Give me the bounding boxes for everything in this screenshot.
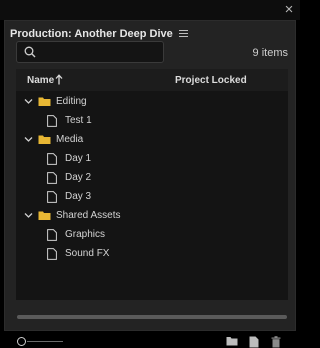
window-topbar: × [0, 0, 300, 20]
chevron-down-icon[interactable] [24, 136, 33, 143]
folder-icon [38, 97, 51, 106]
document-icon [47, 115, 57, 127]
column-header-project-locked[interactable]: Project Locked [175, 75, 247, 86]
panel-header: Production: Another Deep Dive [10, 27, 188, 41]
folder-icon [38, 135, 51, 144]
production-panel: Production: Another Deep Dive 9 items Na… [4, 20, 296, 348]
document-icon [47, 172, 57, 184]
tree-item-label: Day 1 [65, 153, 92, 164]
tree-item-label: Editing [56, 96, 87, 107]
tree-row-item-day-2[interactable]: Day 2 [16, 169, 288, 188]
project-item-list[interactable]: Name Project Locked Editing Test 1 Media [16, 69, 288, 300]
chevron-down-icon[interactable] [24, 98, 33, 105]
close-icon[interactable]: × [282, 2, 296, 17]
sort-ascending-arrow-icon[interactable] [55, 74, 63, 85]
tree-item-label: Shared Assets [56, 210, 121, 221]
tree-item-label: Day 2 [65, 172, 92, 183]
search-field[interactable] [16, 41, 164, 63]
trash-icon[interactable] [271, 336, 281, 348]
new-document-icon[interactable] [249, 336, 259, 348]
tree-item-label: Graphics [65, 229, 106, 240]
zoom-slider-track[interactable] [27, 341, 63, 342]
new-folder-icon[interactable] [226, 336, 238, 346]
tree-row-item-day-3[interactable]: Day 3 [16, 188, 288, 207]
tree-row-item-graphics[interactable]: Graphics [16, 226, 288, 245]
search-icon [24, 46, 36, 58]
tree-row-item-day-1[interactable]: Day 1 [16, 150, 288, 169]
tree-item-label: Media [56, 134, 84, 145]
tree-item-label: Day 3 [65, 191, 92, 202]
tree-row-folder-editing[interactable]: Editing [16, 93, 288, 112]
document-icon [47, 248, 57, 260]
chevron-down-icon[interactable] [24, 212, 33, 219]
column-header-name[interactable]: Name [27, 75, 54, 86]
tree-item-label: Test 1 [65, 115, 92, 126]
panel-title: Production: Another Deep Dive [10, 28, 173, 40]
horizontal-scrollbar[interactable] [17, 315, 287, 319]
panel-footer [5, 327, 297, 348]
hamburger-menu-icon[interactable] [178, 30, 188, 38]
tree-row-folder-media[interactable]: Media [16, 131, 288, 150]
item-count: 9 items [252, 47, 288, 59]
column-header-row: Name Project Locked [16, 69, 288, 91]
zoom-slider-handle[interactable] [17, 337, 26, 346]
document-icon [47, 153, 57, 165]
search-input[interactable] [41, 44, 159, 60]
tree-row-item-sound-fx[interactable]: Sound FX [16, 245, 288, 264]
document-icon [47, 191, 57, 203]
tree-row-item-test-1[interactable]: Test 1 [16, 112, 288, 131]
folder-icon [38, 211, 51, 220]
tree-item-label: Sound FX [65, 248, 110, 259]
tree-row-folder-shared-assets[interactable]: Shared Assets [16, 207, 288, 226]
document-icon [47, 229, 57, 241]
